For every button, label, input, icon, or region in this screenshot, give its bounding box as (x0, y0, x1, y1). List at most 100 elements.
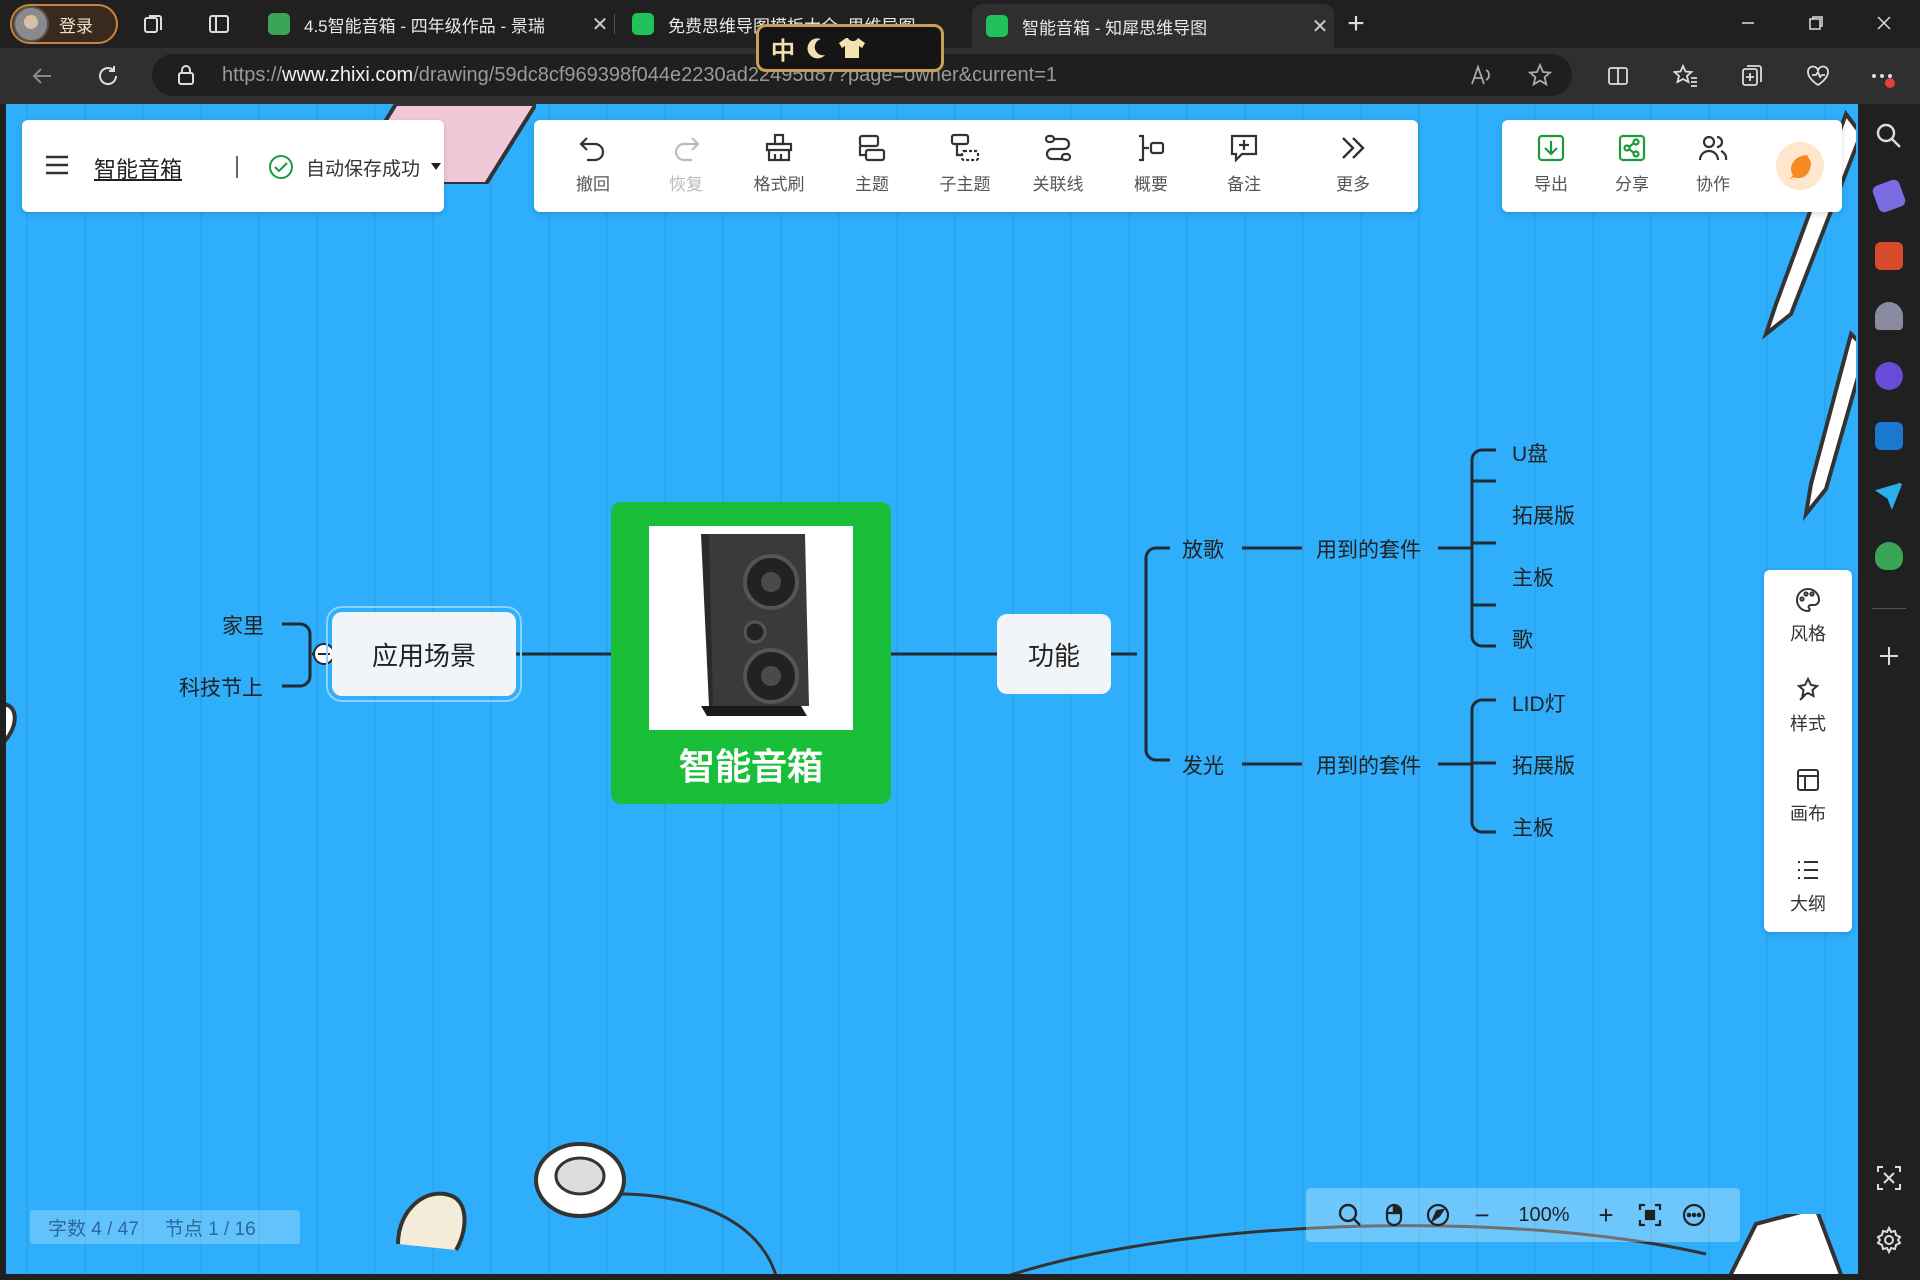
node-style-button[interactable]: 样式 (1764, 676, 1852, 736)
mouse-mode-button[interactable] (1372, 1202, 1416, 1228)
share-toolbar: 导出 分享 协作 (1502, 120, 1842, 212)
tab-title: 4.5智能音箱 - 四年级作品 - 景瑞 (304, 16, 545, 36)
outline-button[interactable]: 大纲 (1764, 856, 1852, 916)
node-kit-1[interactable]: 用到的套件 (1316, 534, 1421, 564)
favorites-icon[interactable] (1670, 60, 1702, 92)
workspaces-icon[interactable] (138, 8, 170, 40)
node-expansion-1[interactable]: 拓展版 (1512, 500, 1575, 530)
redo-button[interactable]: 恢复 (651, 132, 721, 195)
node-expansion-2[interactable]: 拓展版 (1512, 750, 1575, 780)
read-aloud-icon[interactable] (1470, 64, 1494, 86)
lock-icon (178, 65, 194, 85)
undo-button[interactable]: 撤回 (558, 132, 628, 195)
node-function[interactable]: 功能 (997, 614, 1111, 694)
theme-style-button[interactable]: 风格 (1764, 586, 1852, 646)
node-mainboard-2[interactable]: 主板 (1512, 812, 1554, 842)
collab-label: 协作 (1696, 175, 1730, 194)
zoom-level: 100% (1518, 1203, 1570, 1226)
tab-close-icon[interactable]: ✕ (1306, 14, 1334, 39)
zoom-in-button[interactable]: + (1584, 1200, 1628, 1231)
note-button[interactable]: 备注 (1209, 132, 1279, 195)
fit-screen-button[interactable] (1628, 1202, 1672, 1228)
node-light[interactable]: 发光 (1182, 750, 1224, 780)
new-tab-button[interactable]: + (1340, 7, 1372, 40)
send-icon[interactable] (1875, 482, 1903, 510)
node-mainboard-1[interactable]: 主板 (1512, 562, 1554, 592)
navigation-icon (1426, 1203, 1450, 1227)
node-kit-2[interactable]: 用到的套件 (1316, 750, 1421, 780)
export-label: 导出 (1534, 175, 1568, 194)
subtopic-label: 子主题 (939, 175, 991, 194)
screenshot-icon[interactable] (1875, 1164, 1903, 1192)
settings-more-icon[interactable] (1866, 60, 1898, 92)
relation-line-button[interactable]: 关联线 (1023, 132, 1093, 195)
tab-divider (614, 14, 615, 34)
outlook-icon[interactable] (1875, 422, 1903, 450)
subtopic-icon (950, 133, 980, 162)
favorite-star-icon[interactable] (1528, 63, 1552, 87)
node-usb[interactable]: U盘 (1512, 438, 1548, 468)
node-song[interactable]: 歌 (1512, 624, 1533, 654)
node-play-music[interactable]: 放歌 (1182, 534, 1224, 564)
menu-icon[interactable] (44, 154, 70, 176)
topic-button[interactable]: 主题 (837, 132, 907, 195)
tree-app-icon[interactable] (1875, 542, 1903, 570)
locate-button[interactable] (1416, 1202, 1460, 1228)
collections-icon[interactable] (1736, 60, 1768, 92)
topic-label: 主题 (855, 175, 889, 194)
minimize-button[interactable] (1714, 0, 1782, 46)
node-application-scenes[interactable]: 应用场景 (326, 606, 522, 702)
more-options-button[interactable] (1672, 1202, 1716, 1228)
node-led[interactable]: LID灯 (1512, 688, 1566, 718)
document-title[interactable]: 智能音箱 (94, 152, 182, 184)
refresh-icon[interactable] (92, 60, 124, 92)
search-button[interactable] (1328, 1202, 1372, 1228)
canvas-button[interactable]: 画布 (1764, 766, 1852, 826)
export-button[interactable]: 导出 (1516, 132, 1586, 195)
profile-login-label: 登录 (59, 16, 93, 36)
summary-button[interactable]: 概要 (1116, 132, 1186, 195)
shopping-tag-icon[interactable] (1871, 178, 1907, 214)
tab-3-active[interactable]: 智能音箱 - 知犀思维导图 ✕ (972, 4, 1334, 48)
restore-button[interactable] (1782, 0, 1850, 46)
zoom-out-button[interactable]: − (1460, 1200, 1504, 1231)
search-icon[interactable] (1875, 122, 1903, 150)
moon-icon (807, 38, 825, 59)
mouse-icon (1385, 1203, 1403, 1227)
search-icon (1338, 1203, 1361, 1226)
back-icon[interactable] (26, 60, 58, 92)
close-window-button[interactable] (1850, 0, 1918, 46)
tools-briefcase-icon[interactable] (1875, 242, 1903, 270)
share-button[interactable]: 分享 (1597, 132, 1667, 195)
note-icon (1230, 134, 1258, 163)
profile-button[interactable]: 登录 (10, 4, 118, 44)
node-home[interactable]: 家里 (222, 610, 264, 640)
node-tech-festival[interactable]: 科技节上 (179, 672, 263, 702)
gear-icon[interactable] (1875, 1226, 1903, 1254)
outline-list-icon (1798, 861, 1818, 879)
root-node[interactable]: 智能音箱 (611, 502, 891, 804)
format-brush-button[interactable]: 格式刷 (744, 132, 814, 195)
add-icon[interactable] (1877, 644, 1901, 668)
tab-1[interactable]: 4.5智能音箱 - 四年级作品 - 景瑞 ✕ (254, 4, 614, 44)
main-toolbar: 撤回 恢复 格式刷 主题 子主题 关联线 概要 备注 更多 (534, 120, 1418, 212)
games-icon[interactable] (1875, 302, 1903, 330)
ime-status-bar[interactable]: 中 (756, 24, 944, 72)
tab-favicon-icon (632, 13, 654, 35)
chevron-down-icon[interactable] (430, 162, 442, 172)
note-label: 备注 (1227, 175, 1261, 194)
browser-essentials-icon[interactable] (1802, 60, 1834, 92)
collab-button[interactable]: 协作 (1678, 132, 1748, 195)
more-button[interactable]: 更多 (1318, 132, 1388, 195)
mindmap-canvas[interactable]: 家里 科技节上 应用场景 智能音箱 功能 放歌 用到的套件 U盘 拓展版 主板 … (6, 104, 1858, 1274)
undo-label: 撤回 (576, 175, 610, 194)
user-avatar[interactable] (1776, 142, 1824, 190)
copilot-icon[interactable] (1875, 362, 1903, 390)
tab-title: 智能音箱 - 知犀思维导图 (1022, 18, 1208, 38)
tab-actions-icon[interactable] (203, 8, 235, 40)
summary-icon (1139, 134, 1165, 162)
undo-icon (579, 137, 605, 162)
split-screen-icon[interactable] (1602, 60, 1634, 92)
subtopic-button[interactable]: 子主题 (930, 132, 1000, 195)
tab-close-icon[interactable]: ✕ (586, 12, 614, 37)
